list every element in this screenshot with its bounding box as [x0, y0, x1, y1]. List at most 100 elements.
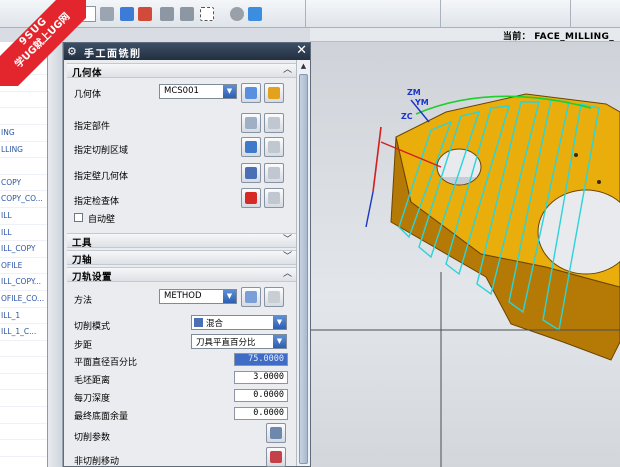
edit-method-button[interactable]: [264, 287, 284, 307]
scroll-up-icon[interactable]: ▲: [298, 61, 309, 72]
new-method-button[interactable]: [241, 287, 261, 307]
specify-check-button[interactable]: [241, 188, 261, 208]
snap-icon[interactable]: [100, 7, 114, 21]
navigator-row[interactable]: [0, 390, 47, 408]
navigator-row[interactable]: [0, 424, 47, 441]
specify-wall-button[interactable]: [241, 163, 261, 183]
part-icon: [245, 117, 257, 129]
specify-cut-area-button[interactable]: [241, 137, 261, 157]
chevron-down-icon: ▼: [223, 290, 236, 303]
chevron-down-icon: ﹀: [282, 252, 292, 262]
graphics-viewport[interactable]: ZM YM ZC: [311, 42, 620, 467]
section-label: 工具: [72, 238, 93, 249]
navigator-row[interactable]: ILL: [0, 208, 47, 225]
navigator-row[interactable]: [0, 440, 47, 457]
gear-icon[interactable]: ⚙: [67, 45, 77, 58]
navigator-row[interactable]: [0, 75, 47, 92]
show-cut-area-button[interactable]: [264, 137, 284, 157]
navigator-row[interactable]: OFILE: [0, 258, 47, 275]
check-body-icon: [245, 192, 257, 204]
blank-distance-label: 毛坯距离: [74, 376, 111, 386]
navigator-row[interactable]: ILL_1: [0, 308, 47, 325]
blank-distance-input[interactable]: 3.0000: [234, 371, 288, 384]
top-toolbar: [0, 0, 620, 28]
final-floor-stock-input[interactable]: 0.0000: [234, 407, 288, 420]
cut-pattern-select[interactable]: 混合 ▼: [191, 315, 287, 330]
depth-per-cut-input[interactable]: 0.0000: [234, 389, 288, 402]
non-cutting-moves-label: 非切削移动: [74, 457, 120, 467]
method-value: METHOD: [164, 291, 202, 301]
navigator-row[interactable]: ING: [0, 125, 47, 142]
show-check-button[interactable]: [264, 188, 284, 208]
select-filter-icon[interactable]: [120, 7, 134, 21]
auto-wall-checkbox[interactable]: [74, 213, 83, 222]
navigator-row[interactable]: [0, 59, 47, 76]
new-geometry-button[interactable]: [241, 83, 261, 103]
navigator-row[interactable]: COPY: [0, 175, 47, 192]
specify-cut-area-label: 指定切削区域: [74, 146, 129, 156]
cube-icon[interactable]: [248, 7, 262, 21]
shaded-icon[interactable]: [138, 7, 152, 21]
auto-wall-label: 自动壁: [88, 215, 116, 225]
sphere-icon[interactable]: [230, 7, 244, 21]
flat-diameter-percent-input[interactable]: 75.0000: [234, 353, 288, 366]
navigator-row[interactable]: ILL_1_C...: [0, 324, 47, 341]
face-milling-dialog: ⚙ 手工面铣削 ✕ 几何体 ︿ 几何体 MCS001 ▼ 指定部件 指定切削区域…: [63, 42, 311, 467]
non-cutting-moves-button[interactable]: [266, 447, 286, 467]
navigator-row[interactable]: [0, 407, 47, 424]
axis-label-zc: ZC: [401, 112, 413, 121]
operation-navigator[interactable]: ING LLING COPY COPY_CO... ILL ILL ILL_COPY OFIL…: [0, 42, 48, 467]
specify-part-button[interactable]: [241, 113, 261, 133]
final-floor-stock-label: 最终底面余量: [74, 412, 129, 422]
non-cutting-moves-icon: [270, 451, 282, 463]
dialog-title-bar: ⚙ 手工面铣削 ✕: [64, 43, 310, 60]
mixed-pattern-icon: [194, 318, 203, 327]
navigator-row[interactable]: [0, 357, 47, 374]
cutting-parameters-button[interactable]: [266, 423, 286, 443]
axis-label-ym: YM: [415, 98, 429, 107]
dialog-scrollbar[interactable]: ▲: [296, 60, 310, 466]
section-label: 刀轨设置: [72, 272, 113, 283]
method-select[interactable]: METHOD ▼: [159, 289, 237, 304]
stepover-label: 步距: [74, 341, 93, 351]
toolbar-dropdown[interactable]: [70, 6, 96, 22]
chevron-up-icon: ︿: [282, 65, 292, 75]
navigator-row[interactable]: ILL_COPY: [0, 241, 47, 258]
specify-part-label: 指定部件: [74, 122, 111, 132]
axis-label-zm: ZM: [407, 88, 421, 97]
section-label: 几何体: [72, 68, 103, 79]
section-path-settings[interactable]: 刀轨设置 ︿: [67, 267, 296, 283]
pan-icon[interactable]: [180, 7, 194, 21]
navigator-row[interactable]: [0, 92, 47, 109]
chevron-down-icon: ▼: [273, 316, 286, 329]
edit-geometry-button[interactable]: [264, 83, 284, 103]
navigator-row[interactable]: [0, 108, 47, 125]
stepover-select[interactable]: 刀具平直百分比 ▼: [191, 334, 287, 349]
new-method-icon: [245, 291, 257, 303]
section-tool-axis[interactable]: 刀轴 ﹀: [67, 250, 296, 266]
navigator-row[interactable]: ILL: [0, 225, 47, 242]
section-tool[interactable]: 工具 ﹀: [67, 233, 296, 249]
navigator-row[interactable]: ILL_COPY...: [0, 274, 47, 291]
box-select-icon[interactable]: [200, 7, 214, 21]
navigator-row[interactable]: OFILE_CO...: [0, 291, 47, 308]
section-geometry[interactable]: 几何体 ︿: [67, 63, 296, 79]
flat-diameter-percent-label: 平面直径百分比: [74, 358, 138, 368]
rotate-icon[interactable]: [160, 7, 174, 21]
show-part-button[interactable]: [264, 113, 284, 133]
toolbar-divider: [305, 0, 306, 28]
close-icon[interactable]: ✕: [296, 43, 307, 59]
navigator-row[interactable]: [0, 341, 47, 358]
geometry-select[interactable]: MCS001 ▼: [159, 84, 237, 99]
stepover-value: 刀具平直百分比: [196, 338, 256, 348]
geometry-label: 几何体: [74, 90, 102, 100]
flashlight-icon: [268, 192, 280, 204]
navigator-row[interactable]: [0, 374, 47, 391]
navigator-row[interactable]: [0, 158, 47, 175]
navigator-row[interactable]: COPY_CO...: [0, 191, 47, 208]
navigator-resource-bar: [48, 42, 63, 467]
scrollbar-thumb[interactable]: [299, 74, 308, 464]
show-wall-button[interactable]: [264, 163, 284, 183]
navigator-row[interactable]: LLING: [0, 142, 47, 159]
navigator-row[interactable]: [0, 42, 47, 59]
